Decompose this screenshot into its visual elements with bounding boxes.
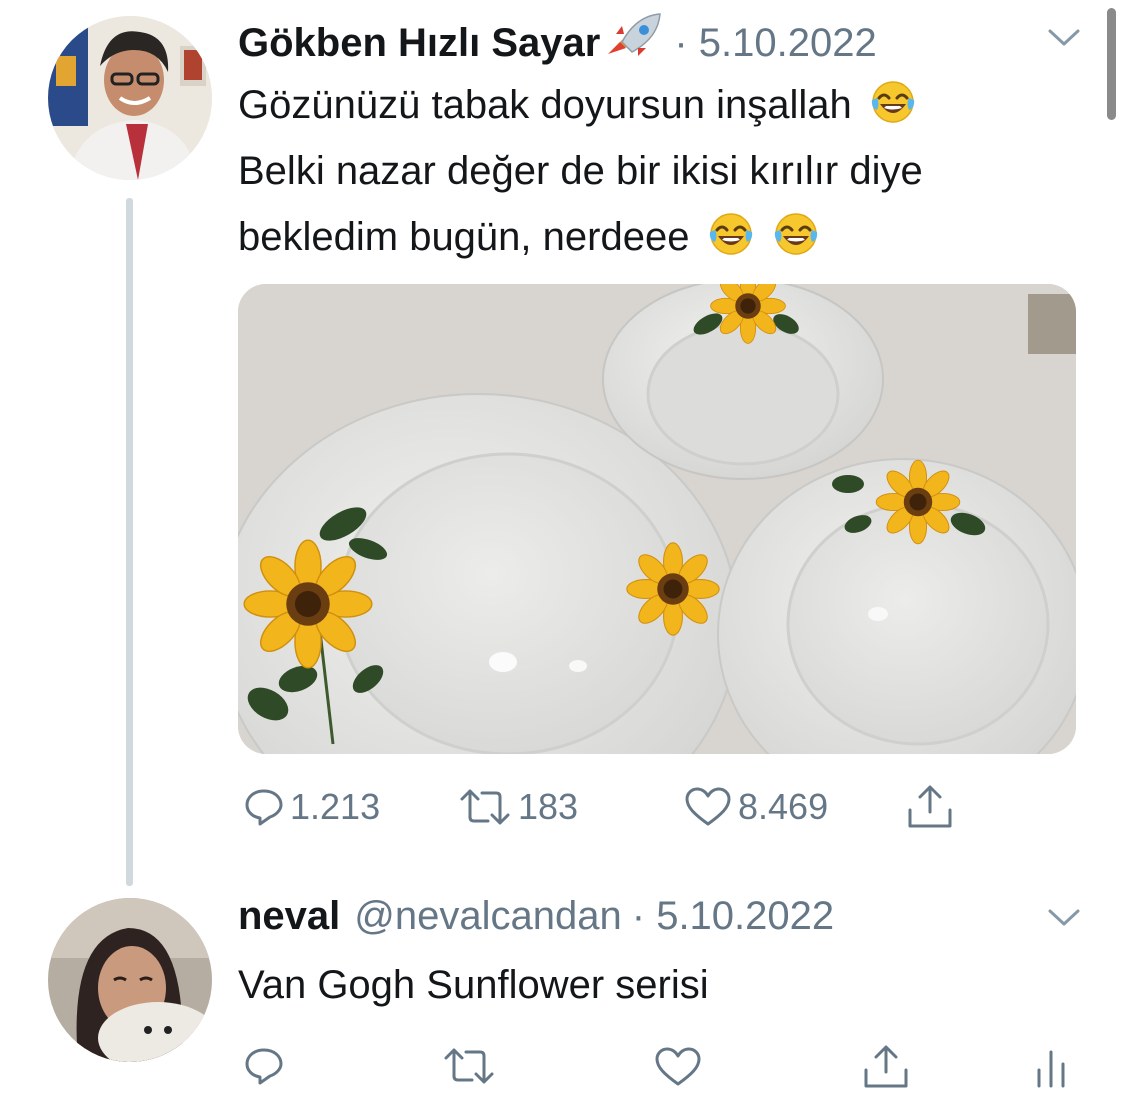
- like-button[interactable]: 8.469: [684, 786, 828, 828]
- reply-share-button[interactable]: [862, 1044, 910, 1090]
- author-name[interactable]: Gökben Hızlı Sayar: [238, 21, 600, 66]
- analytics-button[interactable]: [1034, 1046, 1068, 1088]
- reply-reply-button[interactable]: [244, 1046, 284, 1086]
- reply-icon: [245, 1048, 283, 1085]
- reply-more-options-button[interactable]: [1044, 906, 1084, 930]
- tweet-text-line: Belki nazar değer de bir ikisi kırılır d…: [238, 149, 923, 193]
- retweet-icon: [444, 1048, 494, 1084]
- reply-like-button[interactable]: [654, 1046, 702, 1088]
- share-button[interactable]: [906, 784, 954, 830]
- retweet-count: 183: [518, 786, 579, 827]
- tweet-text-line: Gözünüzü tabak doyursun inşallah: [238, 72, 1078, 138]
- laughing-face-icon: [707, 210, 755, 258]
- tweet-media-image[interactable]: [238, 284, 1076, 754]
- reply-text: Van Gogh Sunflower serisi: [238, 963, 709, 1007]
- avatar[interactable]: [48, 898, 212, 1062]
- reply-count: 1.213: [290, 786, 381, 827]
- reply-handle[interactable]: @nevalcandan: [354, 894, 621, 939]
- tweet-text: Gözünüzü tabak doyursun inşallah Belki n…: [238, 72, 1078, 270]
- retweet-button[interactable]: 183: [458, 786, 578, 828]
- more-options-button[interactable]: [1044, 26, 1084, 50]
- retweet-icon: [460, 789, 510, 825]
- laughing-face-icon: [772, 210, 820, 258]
- reply-author-name[interactable]: neval: [238, 894, 340, 939]
- tweet-date[interactable]: · 5.10.2022: [674, 21, 876, 66]
- share-icon: [864, 1045, 908, 1088]
- reply-retweet-button[interactable]: [442, 1046, 496, 1086]
- rocket-icon: [602, 12, 664, 56]
- scrollbar[interactable]: [1107, 8, 1116, 120]
- chevron-down-icon: [1048, 909, 1080, 926]
- laughing-face-icon: [869, 78, 917, 126]
- reply-button[interactable]: 1.213: [244, 786, 380, 828]
- reply-icon: [245, 789, 283, 826]
- thread-line: [126, 198, 133, 886]
- avatar[interactable]: [48, 16, 212, 180]
- heart-icon: [685, 787, 731, 826]
- analytics-icon: [1037, 1050, 1065, 1088]
- reply-header: neval @nevalcandan · 5.10.2022: [238, 894, 834, 939]
- tweet-text-line: bekledim bugün, nerdeee: [238, 204, 1078, 270]
- heart-icon: [655, 1047, 701, 1086]
- chevron-down-icon: [1048, 29, 1080, 46]
- share-icon: [908, 785, 952, 828]
- tweet-header: Gökben Hızlı Sayar · 5.10.2022: [238, 12, 877, 66]
- reply-date[interactable]: · 5.10.2022: [632, 894, 834, 939]
- like-count: 8.469: [738, 786, 829, 827]
